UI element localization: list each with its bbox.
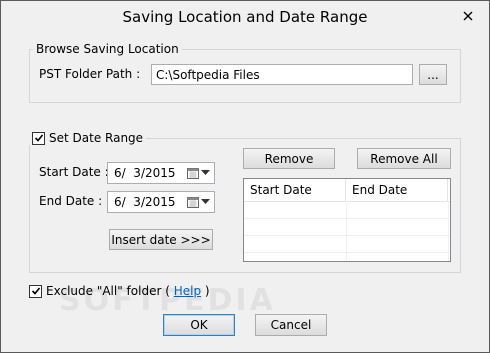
remove-all-button[interactable]: Remove All	[357, 148, 451, 169]
ok-button[interactable]: OK	[163, 314, 235, 336]
end-date-value: 6/ 3/2015	[114, 195, 176, 209]
insert-date-button[interactable]: Insert date >>>	[109, 229, 213, 250]
start-date-picker[interactable]: 6/ 3/2015	[107, 162, 215, 184]
end-date-picker[interactable]: 6/ 3/2015	[107, 191, 215, 213]
close-icon	[463, 11, 473, 21]
window-title: Saving Location and Date Range	[122, 8, 368, 26]
grid-line	[244, 235, 450, 236]
chevron-down-icon	[201, 170, 210, 175]
column-header-end-date[interactable]: End Date	[346, 179, 448, 201]
chevron-down-icon	[201, 199, 210, 204]
title-bar: Saving Location and Date Range	[1, 1, 489, 32]
close-button[interactable]	[455, 6, 481, 26]
remove-button[interactable]: Remove	[243, 148, 335, 169]
date-range-list[interactable]: Start Date End Date	[243, 178, 451, 262]
calendar-icon	[187, 168, 199, 179]
pst-folder-path-label: PST Folder Path :	[39, 67, 141, 81]
column-header-start-date[interactable]: Start Date	[244, 179, 346, 201]
start-date-label: Start Date :	[39, 165, 109, 179]
softpedia-watermark: SOFTPEDIA	[59, 283, 276, 318]
start-date-value: 6/ 3/2015	[114, 166, 176, 180]
end-date-label: End Date :	[39, 194, 103, 208]
grid-line	[448, 201, 449, 261]
pst-folder-path-input[interactable]: C:\Softpedia Files	[151, 64, 413, 85]
list-header: Start Date End Date	[244, 179, 450, 202]
cancel-button[interactable]: Cancel	[255, 314, 327, 336]
calendar-icon	[187, 197, 199, 208]
set-date-range-checkbox[interactable]	[32, 131, 45, 145]
dialog-window: Saving Location and Date Range Browse Sa…	[0, 0, 490, 353]
checkmark-icon	[31, 287, 40, 295]
exclude-all-folder-checkbox[interactable]	[29, 284, 42, 298]
checkmark-icon	[34, 134, 43, 142]
set-date-range-label: Set Date Range	[49, 131, 144, 145]
browse-location-group-label: Browse Saving Location	[33, 42, 182, 56]
date-range-group-header: Set Date Range	[29, 131, 147, 145]
grid-line	[244, 218, 450, 219]
grid-line	[346, 201, 347, 261]
browse-button[interactable]: ...	[419, 64, 447, 85]
grid-line	[244, 252, 450, 253]
